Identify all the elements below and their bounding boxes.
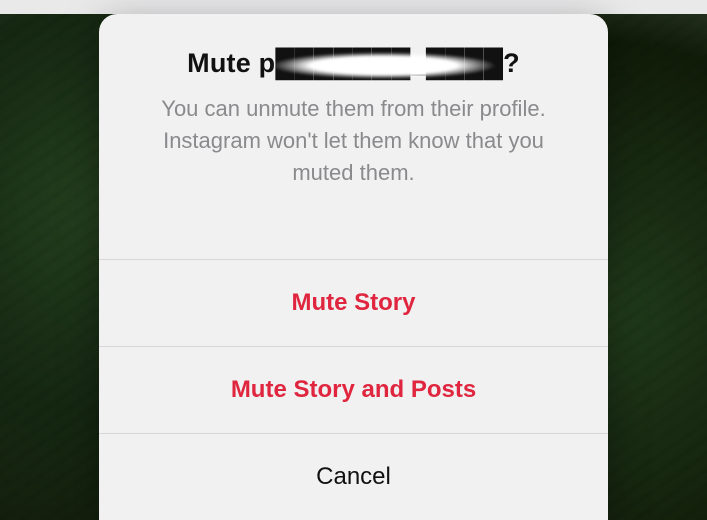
mute-story-button[interactable]: Mute Story [99, 260, 608, 346]
mute-story-label: Mute Story [291, 289, 415, 317]
action-sheet-header: Mute p███████_████? You can unmute them … [99, 14, 608, 221]
mute-story-and-posts-label: Mute Story and Posts [231, 376, 476, 404]
dialog-subtitle: You can unmute them from their profile. … [135, 93, 572, 189]
redaction-smudge [271, 52, 496, 79]
cancel-label: Cancel [316, 463, 391, 491]
cancel-button[interactable]: Cancel [99, 434, 608, 520]
status-bar-strip [0, 0, 707, 14]
mute-story-and-posts-button[interactable]: Mute Story and Posts [99, 347, 608, 433]
spacer [99, 221, 608, 259]
action-sheet: Mute p███████_████? You can unmute them … [99, 14, 608, 520]
dialog-title: Mute p███████_████? [187, 48, 520, 79]
